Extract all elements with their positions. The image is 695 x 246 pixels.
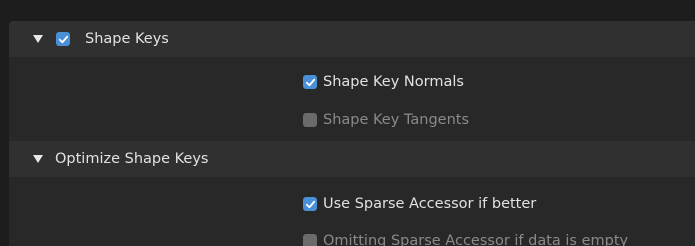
shape-keys-body: Shape Key Normals Shape Key Tangents xyxy=(9,57,695,141)
optimize-shape-keys-body: Use Sparse Accessor if better Omitting S… xyxy=(9,177,695,246)
panel-top-gap xyxy=(0,0,695,10)
use-sparse-accessor-checkbox[interactable] xyxy=(303,197,317,211)
checkmark-icon xyxy=(305,78,315,86)
shape-key-tangents-label: Shape Key Tangents xyxy=(323,112,469,128)
expand-triangle-icon[interactable] xyxy=(33,35,43,43)
optimize-shape-keys-title: Optimize Shape Keys xyxy=(55,151,209,167)
optimize-shape-keys-header[interactable]: Optimize Shape Keys xyxy=(9,141,695,177)
use-sparse-accessor-option[interactable]: Use Sparse Accessor if better xyxy=(303,191,536,217)
checkmark-icon xyxy=(58,35,68,43)
shape-key-normals-option[interactable]: Shape Key Normals xyxy=(303,69,464,95)
use-sparse-accessor-label: Use Sparse Accessor if better xyxy=(323,196,537,212)
shape-keys-title: Shape Keys xyxy=(85,31,169,47)
shape-key-tangents-option[interactable]: Shape Key Tangents xyxy=(303,107,469,133)
export-settings-panel: Shape Keys Shape Key Normals Shape Key T… xyxy=(0,0,695,246)
shape-key-normals-checkbox[interactable] xyxy=(303,75,317,89)
shape-key-normals-label: Shape Key Normals xyxy=(323,74,464,90)
expand-triangle-icon[interactable] xyxy=(33,155,43,163)
shape-key-tangents-checkbox[interactable] xyxy=(303,113,317,127)
shape-keys-header[interactable]: Shape Keys xyxy=(9,21,695,57)
shape-keys-checkbox[interactable] xyxy=(56,32,70,46)
omit-sparse-accessor-option[interactable]: Omitting Sparse Accessor if data is empt… xyxy=(303,228,628,246)
checkmark-icon xyxy=(305,200,315,208)
omit-sparse-accessor-label: Omitting Sparse Accessor if data is empt… xyxy=(323,233,629,246)
omit-sparse-accessor-checkbox[interactable] xyxy=(303,234,317,246)
